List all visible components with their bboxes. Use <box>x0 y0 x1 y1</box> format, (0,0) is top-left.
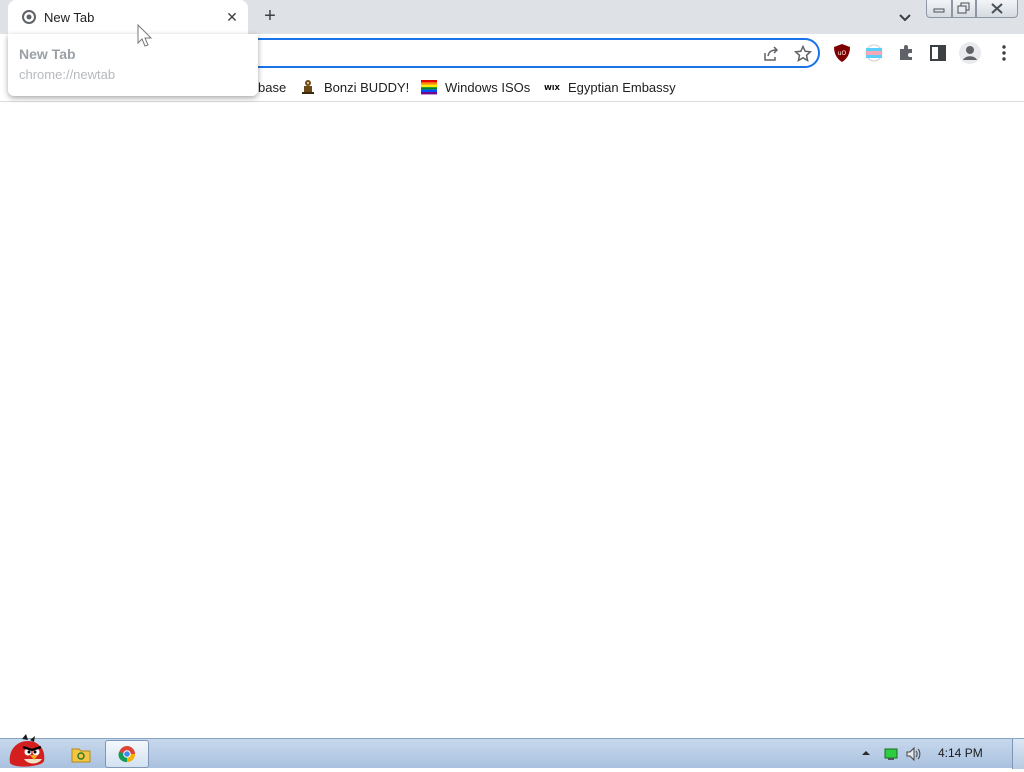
new-tab-button[interactable]: + <box>258 5 282 29</box>
ublock-icon[interactable]: uO <box>832 43 852 63</box>
menu-icon[interactable] <box>994 43 1014 63</box>
tab-new-tab[interactable]: New Tab ✕ <box>8 0 248 34</box>
volume-icon[interactable] <box>905 746 923 762</box>
minimize-button[interactable] <box>926 0 952 18</box>
tab-title: New Tab <box>44 10 95 25</box>
tab-hover-card: New Tab chrome://newtab <box>8 34 258 96</box>
close-window-icon <box>991 3 1003 14</box>
angry-bird-icon <box>9 734 45 767</box>
bookmark-base[interactable]: base <box>258 76 286 98</box>
side-panel-icon[interactable] <box>928 43 948 63</box>
window-controls <box>926 0 1024 18</box>
restore-button[interactable] <box>952 0 976 18</box>
omnibox[interactable] <box>160 38 820 68</box>
mouse-cursor-icon <box>137 23 153 50</box>
show-desktop-button[interactable] <box>1012 739 1024 769</box>
puzzle-icon[interactable] <box>896 43 916 63</box>
file-explorer-icon <box>71 748 91 763</box>
file-explorer-button[interactable] <box>64 741 98 767</box>
bookmark-star-icon[interactable] <box>793 44 813 63</box>
tray-overflow-icon[interactable] <box>860 747 872 759</box>
bookmark-label: base <box>258 79 287 95</box>
profile-icon[interactable] <box>958 41 982 65</box>
network-icon[interactable] <box>883 746 899 762</box>
chrome-icon <box>118 746 135 763</box>
share-icon[interactable] <box>762 45 780 63</box>
bonzi-icon <box>300 79 316 95</box>
hover-card-title: New Tab <box>19 46 76 62</box>
tab-strip: New Tab ✕ + <box>0 0 1024 34</box>
address-input[interactable] <box>272 44 692 62</box>
svg-text:uO: uO <box>838 50 847 57</box>
start-button[interactable] <box>2 733 50 769</box>
svg-text:WIX: WIX <box>544 84 560 92</box>
wix-icon: WIX <box>544 79 560 95</box>
close-tab-icon[interactable]: ✕ <box>224 9 240 25</box>
hover-card-url: chrome://newtab <box>19 67 116 82</box>
tab-search-chevron-icon[interactable] <box>894 6 916 28</box>
chrome-taskbar-button[interactable] <box>105 740 149 768</box>
bookmark-windows-isos[interactable]: Windows ISOs <box>421 76 530 98</box>
bookmark-bonzi-buddy[interactable]: Bonzi BUDDY! <box>300 76 409 98</box>
flag-extension-icon[interactable] <box>864 43 884 63</box>
page-content <box>0 103 1024 738</box>
minimize-icon <box>933 8 945 13</box>
bookmark-label: Windows ISOs <box>445 79 531 95</box>
rainbow-flag-icon <box>421 79 437 95</box>
close-window-button[interactable] <box>976 0 1018 18</box>
bookmark-label: Bonzi BUDDY! <box>324 79 410 95</box>
bookmark-label: Egyptian Embassy <box>568 79 676 95</box>
restore-icon <box>957 2 970 14</box>
taskbar-clock[interactable]: 4:14 PM <box>938 746 983 760</box>
taskbar: 4:14 PM <box>0 734 1024 769</box>
bookmark-egyptian-embassy[interactable]: WIX Egyptian Embassy <box>544 76 676 98</box>
chrome-newtab-icon <box>22 10 36 24</box>
